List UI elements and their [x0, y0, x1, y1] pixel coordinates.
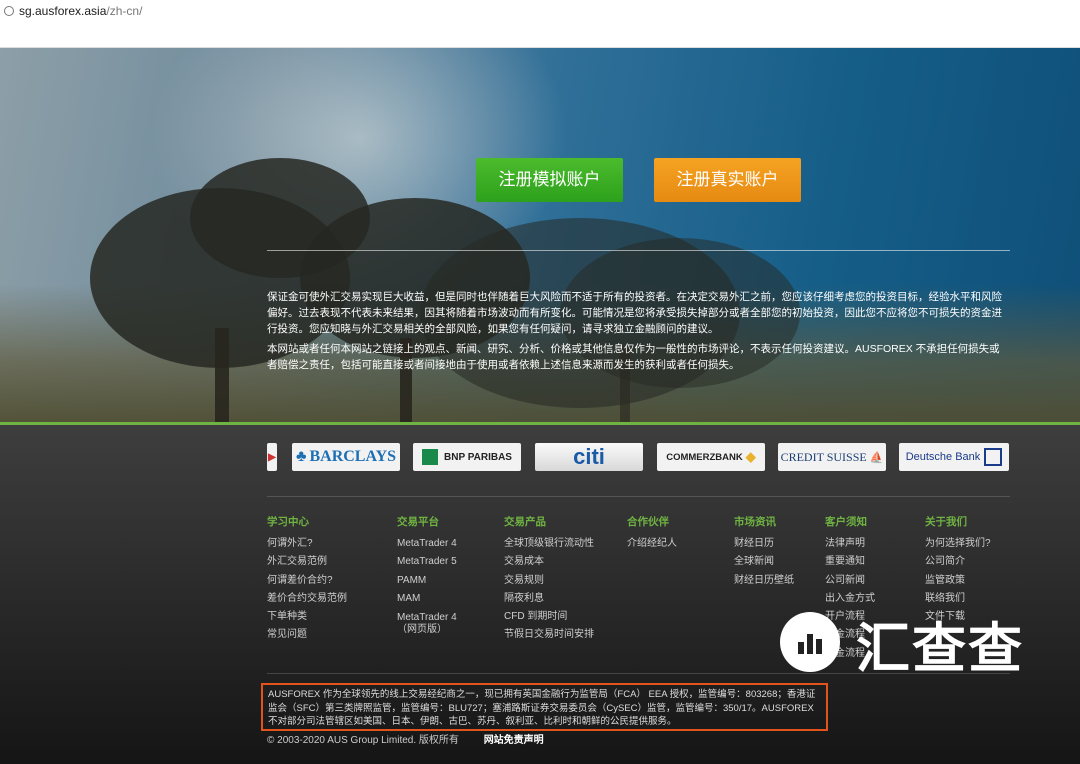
footer-link[interactable]: PAMM	[397, 572, 457, 590]
footer-col-market-news: 市场资讯 财经日历 全球新闻 财经日历壁纸	[734, 514, 794, 590]
page-top-strip	[0, 22, 1080, 48]
tree-trunk	[215, 328, 229, 424]
footer-link[interactable]: MetaTrader 4	[397, 535, 457, 553]
bnp-square-icon	[422, 449, 438, 465]
url-domain: sg.ausforex.asia	[19, 4, 107, 18]
regulation-notice: AUSFOREX 作为全球领先的线上交易经纪商之一，现已拥有英国金融行为监管局（…	[261, 683, 828, 731]
watermark-bar	[798, 642, 804, 654]
chart-bubble-icon	[780, 612, 840, 672]
partner-logo-partial: ▶	[267, 443, 277, 471]
watermark: 汇查查	[778, 600, 1038, 680]
footer-col-partners: 合作伙伴 介绍经纪人	[627, 514, 677, 553]
footer-link[interactable]: 财经日历壁纸	[734, 572, 794, 590]
address-bar[interactable]: sg.ausforex.asia /zh-cn/	[0, 0, 1080, 22]
footer-link[interactable]: 隔夜利息	[504, 590, 594, 608]
footer-link[interactable]: 差价合约交易范例	[267, 590, 347, 608]
footer-col-products: 交易产品 全球顶级银行流动性 交易成本 交易规则 隔夜利息 CFD 到期时间 节…	[504, 514, 594, 645]
footer-link[interactable]: MetaTrader 4	[397, 611, 457, 624]
footer-link[interactable]: CFD 到期时间	[504, 608, 594, 626]
footer-link[interactable]: MetaTrader 5	[397, 553, 457, 571]
citi-logo: citi	[535, 443, 643, 471]
footer-link[interactable]: 财经日历	[734, 535, 794, 553]
footer-col-heading: 关于我们	[925, 516, 967, 528]
watermark-bar	[816, 639, 822, 654]
footer-link[interactable]: 重要通知	[825, 553, 875, 571]
footer-col-heading: 合作伙伴	[627, 516, 669, 528]
footer-link-suffix[interactable]: （网页版）	[397, 624, 457, 635]
disclaimer-link[interactable]: 网站免责声明	[484, 735, 544, 746]
footer-link[interactable]: 交易成本	[504, 553, 594, 571]
footer-link[interactable]: 何谓差价合约?	[267, 572, 347, 590]
divider	[267, 673, 1010, 674]
copyright-text: © 2003-2020 AUS Group Limited. 版权所有	[267, 735, 459, 746]
footer-link[interactable]: MAM	[397, 590, 457, 608]
info-icon[interactable]	[4, 6, 14, 16]
footer-link[interactable]: 交易规则	[504, 572, 594, 590]
register-real-button[interactable]: 注册真实账户	[654, 158, 801, 202]
footer-link[interactable]: 常见问题	[267, 626, 347, 644]
sails-icon: ⛵	[869, 451, 884, 464]
footer-col-heading: 客户须知	[825, 516, 867, 528]
risk-disclaimer: 保证金可使外汇交易实现巨大收益，但是同时也伴随着巨大风险而不适于所有的投资者。在…	[267, 289, 1010, 377]
barclays-logo: ♣ BARCLAYS	[292, 443, 400, 471]
footer-link[interactable]: 介绍经纪人	[627, 535, 677, 553]
footer-link[interactable]: 公司新闻	[825, 572, 875, 590]
commerzbank-logo: COMMERZBANK ◆	[657, 443, 765, 471]
footer-col-heading: 市场资讯	[734, 516, 776, 528]
eagle-icon: ♣	[295, 448, 307, 465]
disclaimer-paragraph-1: 保证金可使外汇交易实现巨大收益，但是同时也伴随着巨大风险而不适于所有的投资者。在…	[267, 291, 1002, 335]
footer-col-heading: 交易产品	[504, 516, 546, 528]
footer-link[interactable]: 全球顶级银行流动性	[504, 535, 594, 553]
footer-col-heading: 交易平台	[397, 516, 439, 528]
footer-link[interactable]: 节假日交易时间安排	[504, 626, 594, 644]
divider	[267, 250, 1010, 251]
footer-link[interactable]: 法律声明	[825, 535, 875, 553]
footer-link[interactable]: 全球新闻	[734, 553, 794, 571]
footer-link[interactable]: 下单种类	[267, 608, 347, 626]
slash-square-icon	[984, 448, 1003, 466]
deutsche-bank-logo: Deutsche Bank	[899, 443, 1009, 471]
ribbon-icon: ◆	[745, 449, 756, 464]
copyright-bar: © 2003-2020 AUS Group Limited. 版权所有 网站免责…	[267, 731, 544, 746]
footer-col-learning: 学习中心 何谓外汇? 外汇交易范例 何谓差价合约? 差价合约交易范例 下单种类 …	[267, 514, 347, 645]
footer-link[interactable]: 外汇交易范例	[267, 553, 347, 571]
credit-suisse-logo: CREDIT SUISSE ⛵	[778, 443, 886, 471]
url-path: /zh-cn/	[106, 4, 143, 18]
watermark-text: 汇查查	[856, 617, 1024, 680]
footer-link[interactable]: 何谓外汇?	[267, 535, 347, 553]
footer-col-platforms: 交易平台 MetaTrader 4 MetaTrader 5 PAMM MAM …	[397, 514, 457, 635]
divider	[267, 496, 1010, 497]
footer-link[interactable]: 公司简介	[925, 553, 991, 571]
watermark-bar	[807, 634, 813, 654]
bnp-paribas-logo: BNP PARIBAS	[413, 443, 521, 471]
register-demo-button[interactable]: 注册模拟账户	[476, 158, 623, 202]
footer-link[interactable]: 监管政策	[925, 572, 991, 590]
footer-link[interactable]: 为何选择我们?	[925, 535, 991, 553]
footer-col-heading: 学习中心	[267, 516, 309, 528]
disclaimer-paragraph-2: 本网站或者任何本网站之链接上的观点、新闻、研究、分析、价格或其他信息仅作为一般性…	[267, 343, 1000, 371]
